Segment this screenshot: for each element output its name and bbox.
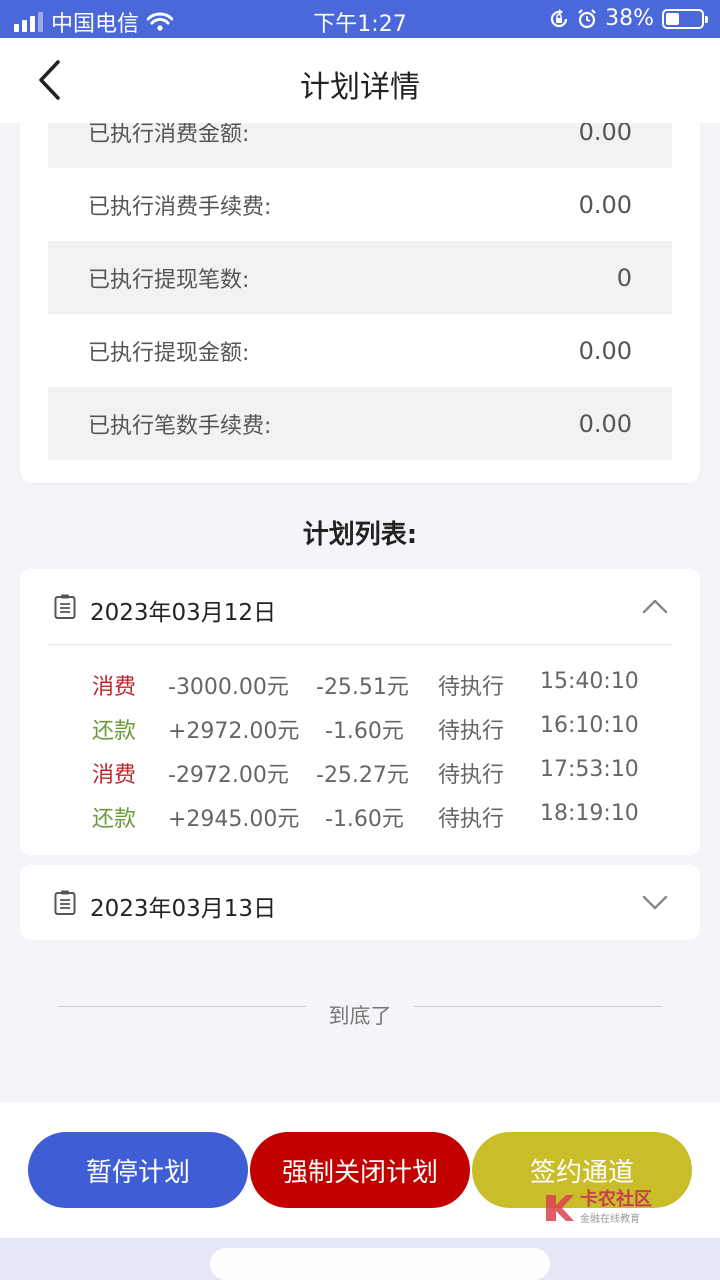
plan-list-title: 计划列表: <box>302 520 418 550</box>
calendar-icon <box>54 890 76 915</box>
transaction-amount: +2945.00元 <box>168 807 300 832</box>
transaction-fee: -1.60元 <box>325 807 404 832</box>
summary-value: 0 <box>616 263 632 292</box>
summary-label: 已执行提现金额: <box>88 340 250 366</box>
summary-card: 已执行消费金额: 0.00 已执行消费手续费: 0.00 已执行提现笔数: 0 … <box>20 90 700 483</box>
watermark-slogan: 金融在线教育 <box>580 1214 640 1225</box>
summary-value: 0.00 <box>578 409 632 438</box>
status-bar: 中国电信 下午1:27 38% <box>0 0 720 38</box>
chevron-down-icon[interactable] <box>642 891 668 913</box>
transaction-time: 18:19:10 <box>540 801 639 826</box>
calendar-icon <box>54 594 76 619</box>
transaction-time: 16:10:10 <box>540 713 639 738</box>
force-close-plan-button[interactable]: 强制关闭计划 <box>250 1132 470 1208</box>
transaction-row: 还款 +2945.00元 -1.60元 待执行 18:19:10 <box>20 793 700 837</box>
summary-row-withdraw-count: 已执行提现笔数: 0 <box>48 241 672 314</box>
transaction-fee: -25.51元 <box>316 675 409 700</box>
transaction-time: 17:53:10 <box>540 757 639 782</box>
transaction-status: 待执行 <box>438 763 505 788</box>
rotation-lock-icon <box>551 8 568 27</box>
transaction-status: 待执行 <box>438 719 505 744</box>
page-title: 计划详情 <box>300 70 420 105</box>
day-card: 2023年03月13日 <box>20 865 700 940</box>
summary-label: 已执行消费手续费: <box>88 194 272 220</box>
transaction-row: 消费 -2972.00元 -25.27元 待执行 17:53:10 <box>20 749 700 793</box>
battery-percent: 38% <box>605 6 654 31</box>
summary-row-withdraw-amount: 已执行提现金额: 0.00 <box>48 314 672 387</box>
transaction-time: 15:40:10 <box>540 669 639 694</box>
summary-row-consume-fee: 已执行消费手续费: 0.00 <box>48 168 672 241</box>
transaction-type: 消费 <box>92 675 137 700</box>
transaction-row: 还款 +2972.00元 -1.60元 待执行 16:10:10 <box>20 705 700 749</box>
transaction-type: 消费 <box>92 763 137 788</box>
day-header[interactable]: 2023年03月13日 <box>20 865 700 940</box>
transaction-type: 还款 <box>92 719 137 744</box>
end-divider-right <box>414 1006 662 1007</box>
transaction-row: 消费 -3000.00元 -25.51元 待执行 15:40:10 <box>20 661 700 705</box>
day-date: 2023年03月13日 <box>90 896 277 922</box>
alarm-icon <box>578 8 596 28</box>
day-header[interactable]: 2023年03月12日 <box>20 569 700 644</box>
end-of-list-text: 到底了 <box>328 1004 392 1028</box>
transaction-fee: -1.60元 <box>325 719 404 744</box>
transaction-type: 还款 <box>92 807 137 832</box>
transaction-amount: -3000.00元 <box>168 675 289 700</box>
transaction-amount: -2972.00元 <box>168 763 289 788</box>
kanong-logo-icon <box>546 1194 574 1221</box>
battery-icon <box>662 8 708 29</box>
divider <box>48 644 672 645</box>
transaction-fee: -25.27元 <box>316 763 409 788</box>
summary-value: 0.00 <box>578 336 632 365</box>
home-indicator <box>210 1248 550 1280</box>
day-card: 2023年03月12日 消费 -3000.00元 -25.51元 待执行 15:… <box>20 569 700 855</box>
watermark: 卡农社区 金融在线教育 <box>542 1190 652 1225</box>
watermark-name: 卡农社区 <box>580 1189 652 1210</box>
summary-row-count-fee: 已执行笔数手续费: 0.00 <box>48 387 672 460</box>
chevron-up-icon[interactable] <box>642 595 668 617</box>
nav-bar: 计划详情 <box>0 38 720 123</box>
transaction-status: 待执行 <box>438 807 505 832</box>
pause-plan-button[interactable]: 暂停计划 <box>28 1132 248 1208</box>
summary-label: 已执行提现笔数: <box>88 267 250 293</box>
home-strip <box>0 1238 720 1280</box>
summary-label: 已执行笔数手续费: <box>88 413 272 439</box>
summary-value: 0.00 <box>578 190 632 219</box>
day-date: 2023年03月12日 <box>90 600 277 626</box>
transaction-status: 待执行 <box>438 675 505 700</box>
transaction-amount: +2972.00元 <box>168 719 300 744</box>
